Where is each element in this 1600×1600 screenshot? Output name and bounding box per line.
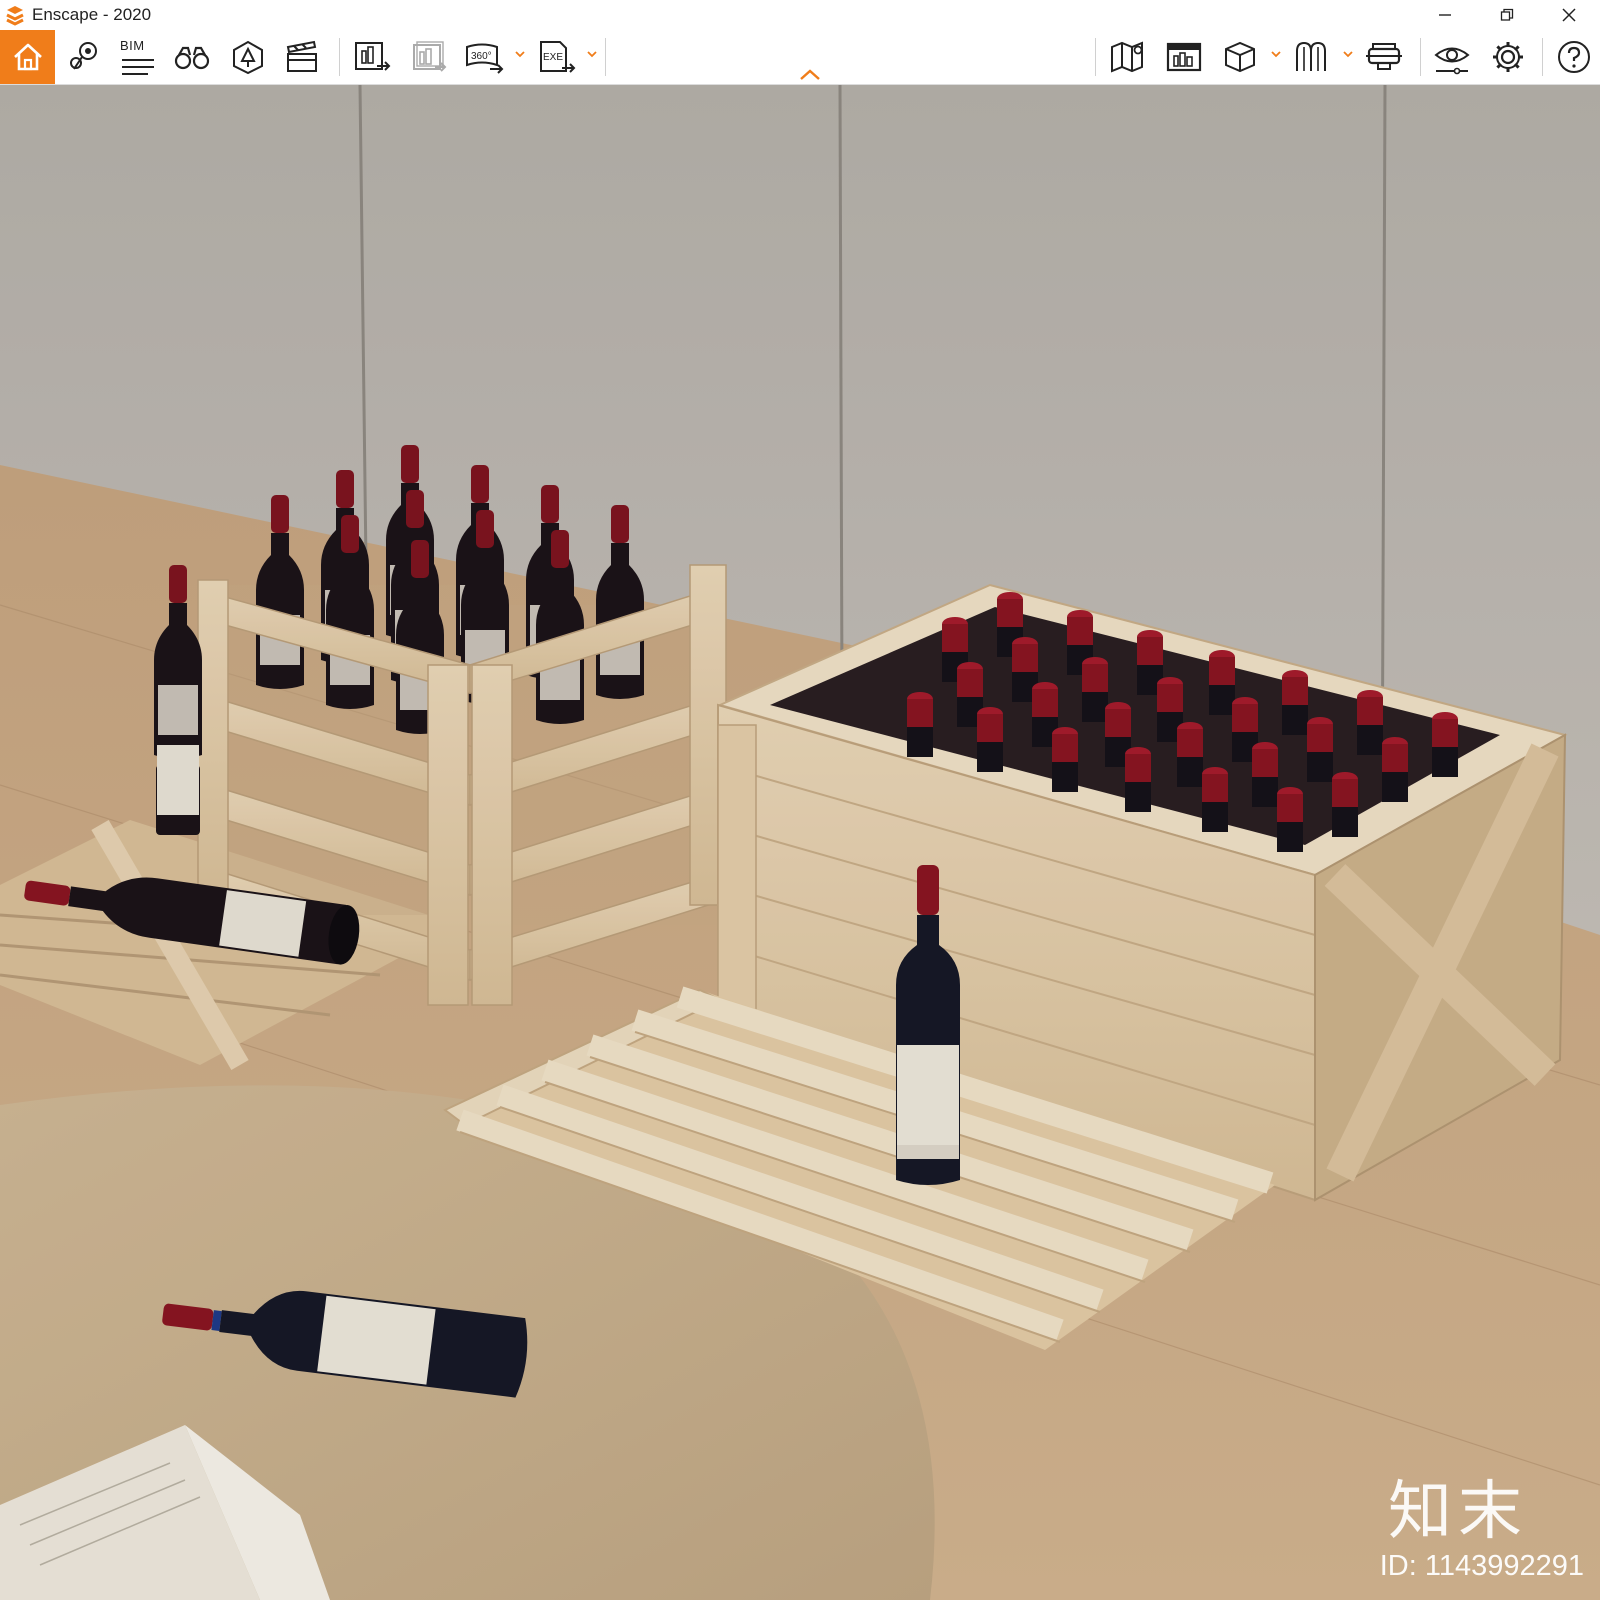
settings-button[interactable] (1486, 30, 1530, 84)
batch-render-button[interactable] (406, 30, 450, 84)
restore-button[interactable] (1476, 0, 1538, 30)
view-management-icon (1225, 41, 1255, 73)
views-button[interactable] (170, 30, 214, 84)
binoculars-icon (174, 46, 210, 70)
watermark-brand-logo: 知末 (1388, 1475, 1528, 1549)
close-icon (1562, 8, 1576, 22)
web-standalone-icon (1166, 42, 1202, 72)
video-editor-button[interactable] (280, 30, 324, 84)
view-management-dropdown-chevron-icon[interactable] (1270, 48, 1282, 60)
settings-gear-icon (1493, 42, 1523, 72)
vr-headset-button[interactable] (1362, 30, 1406, 84)
batch-render-icon (413, 41, 447, 72)
visual-settings-button[interactable] (1430, 30, 1474, 84)
minimap-button[interactable] (1106, 30, 1150, 84)
video-editor-icon (286, 40, 317, 72)
watermark-id: ID: 1143992291 (1379, 1550, 1584, 1582)
asset-library-button[interactable] (226, 30, 270, 84)
view-management-button[interactable] (1218, 30, 1262, 84)
panorama-360-label: 360° (471, 51, 492, 62)
minimize-icon (1439, 14, 1451, 16)
map-pin-icon (70, 42, 97, 70)
help-button[interactable] (1552, 30, 1596, 84)
asset-library-icon (233, 40, 263, 75)
restore-icon (1500, 8, 1514, 21)
title-bar: Enscape - 2020 (0, 0, 1600, 30)
section-dropdown-chevron-icon[interactable] (1342, 48, 1354, 60)
panorama-dropdown-chevron-icon[interactable] (514, 48, 526, 60)
panorama-button[interactable]: 360° (462, 30, 506, 84)
visual-settings-icon (1434, 47, 1470, 75)
web-standalone-button[interactable] (1162, 30, 1206, 84)
screenshot-icon (355, 42, 391, 71)
location-button[interactable] (62, 30, 106, 84)
screenshot-button[interactable] (350, 30, 394, 84)
panorama-360-icon: 360° (466, 43, 504, 74)
vr-headset-icon (1366, 43, 1402, 70)
exe-dropdown-chevron-icon[interactable] (586, 48, 598, 60)
minimap-icon (1111, 41, 1143, 73)
exe-label: EXE (543, 52, 563, 63)
window-title: Enscape - 2020 (32, 5, 152, 24)
close-button[interactable] (1538, 0, 1600, 30)
render-viewport[interactable] (0, 85, 1600, 1600)
minimize-button[interactable] (1414, 0, 1476, 30)
home-button[interactable] (0, 30, 55, 84)
window-controls (1414, 0, 1600, 30)
collapse-toolbar-chevron-up-icon[interactable] (798, 67, 822, 83)
scene-render (0, 85, 1600, 1600)
section-button[interactable] (1290, 30, 1334, 84)
exe-export-button[interactable]: EXE (534, 30, 578, 84)
exe-export-icon: EXE (540, 41, 576, 73)
bim-info-button[interactable]: BIM (116, 30, 160, 84)
help-icon (1558, 41, 1590, 73)
section-icon (1296, 41, 1326, 71)
enscape-logo-icon (6, 6, 24, 26)
bim-label: BIM (120, 38, 145, 53)
home-icon (13, 43, 42, 71)
